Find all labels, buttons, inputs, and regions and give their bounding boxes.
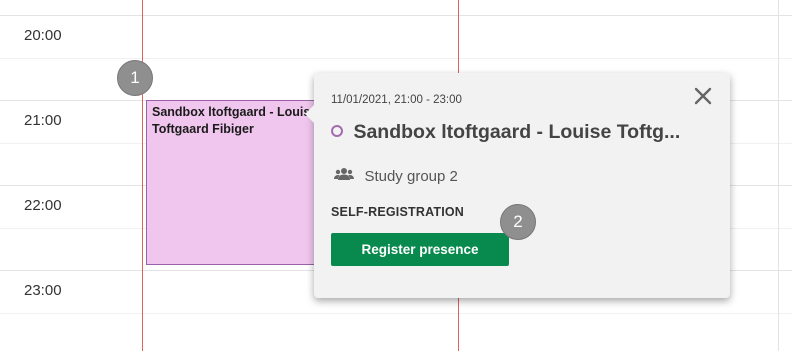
status-circle-icon [331,124,343,137]
group-row: Study group 2 [334,167,458,186]
step-marker-1: 1 [117,60,153,96]
half-hour-line [0,313,792,314]
popover-title-row: Sandbox ltoftgaard - Louise Toftg... [331,121,726,144]
calendar-grid: 20:00 21:00 22:00 23:00 Sandbox ltoftgaa… [0,0,792,351]
calendar-event[interactable]: Sandbox ltoftgaard - Louise Toftgaard Fi… [146,100,326,265]
event-popover: 11/01/2021, 21:00 - 23:00 Sandbox ltoftg… [305,73,730,298]
time-label-22: 22:00 [24,197,62,214]
half-hour-line [0,58,792,59]
popover-title: Sandbox ltoftgaard - Louise Toftg... [353,121,681,143]
popover-arrow [305,105,314,123]
step-marker-2: 2 [500,204,536,240]
event-datetime: 11/01/2021, 21:00 - 23:00 [331,94,462,106]
close-icon[interactable] [692,85,714,107]
event-title: Sandbox ltoftgaard - Louise Toftgaard Fi… [152,105,318,136]
users-icon [334,167,354,186]
day-column-divider [778,0,779,351]
register-presence-button[interactable]: Register presence [331,233,509,266]
day-column-divider [142,0,143,351]
study-group-label: Study group 2 [364,168,458,185]
hour-line [0,15,792,16]
time-label-20: 20:00 [24,27,62,44]
self-registration-heading: SELF-REGISTRATION [331,205,465,219]
time-label-21: 21:00 [24,112,62,129]
time-label-23: 23:00 [24,282,62,299]
